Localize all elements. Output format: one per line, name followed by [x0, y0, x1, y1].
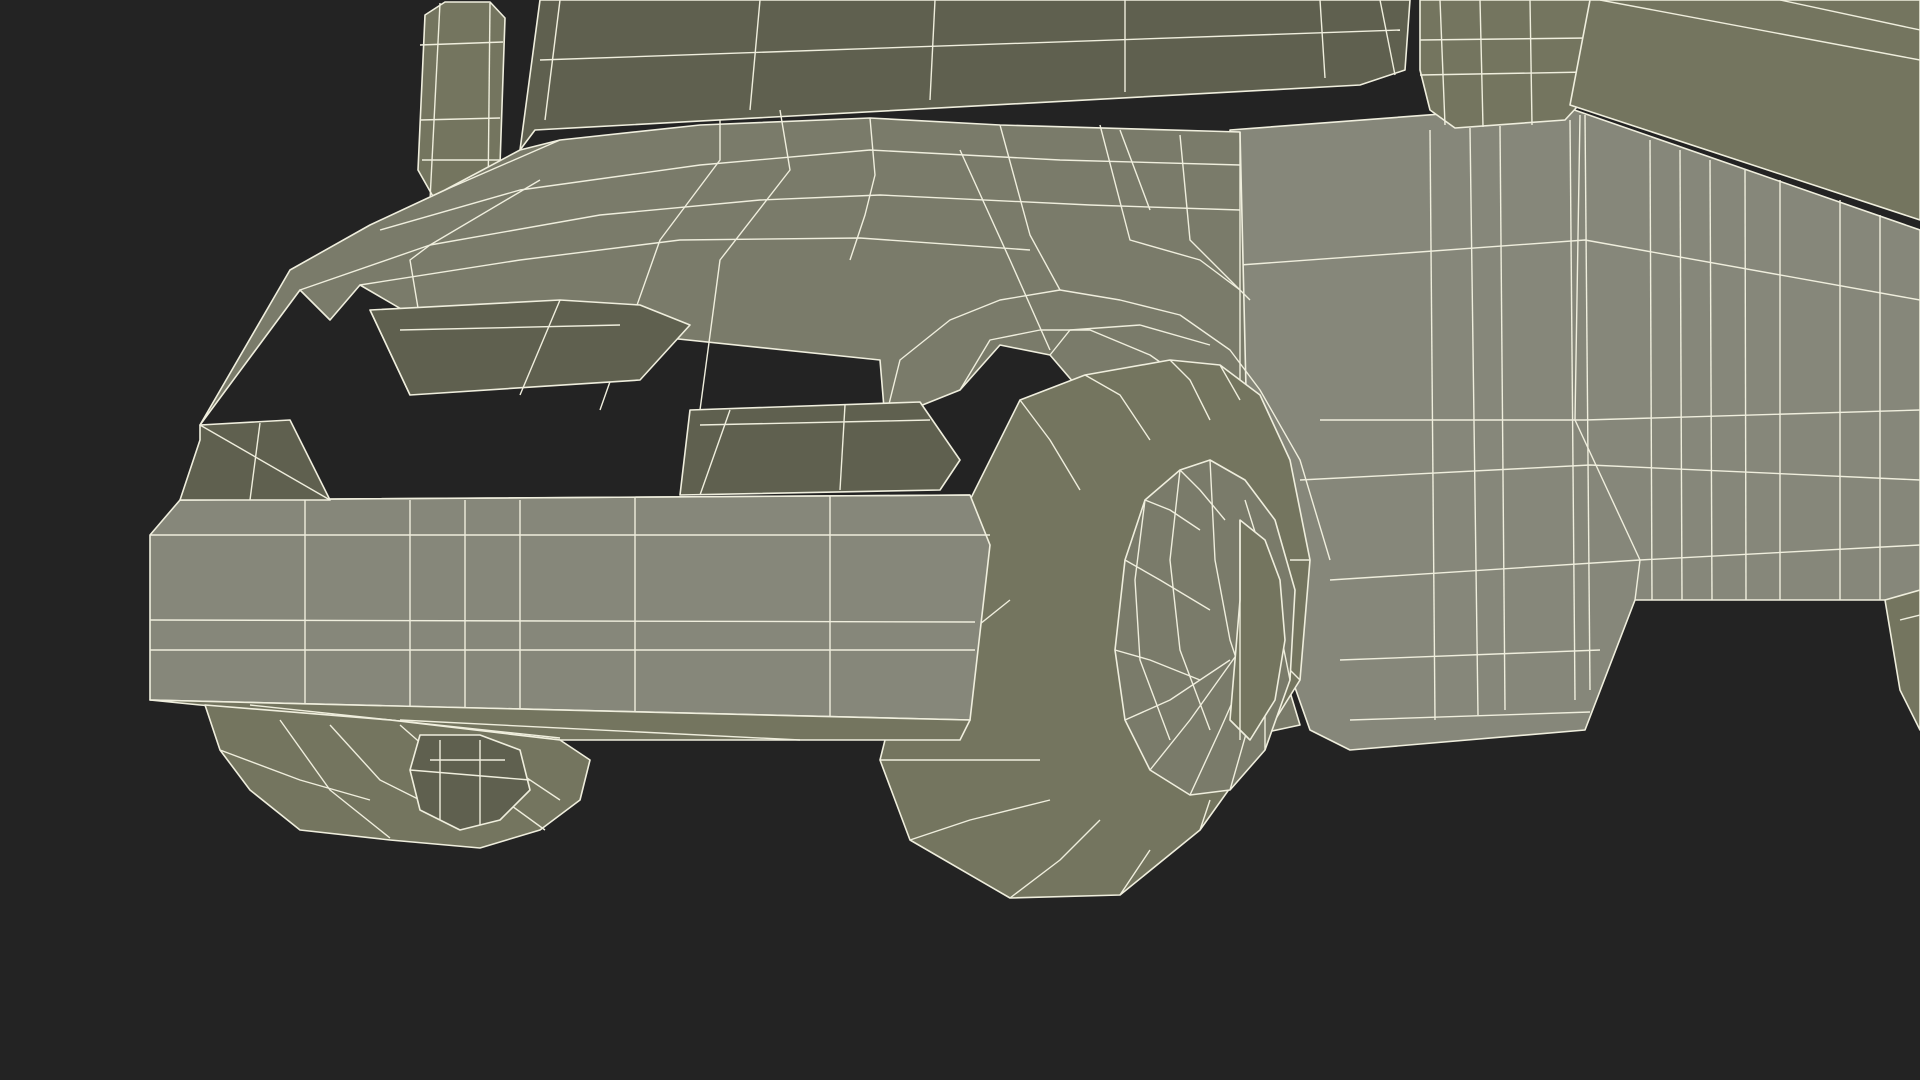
- grille: [179, 419, 331, 501]
- render-viewport: [0, 0, 1920, 1080]
- front-bumper: [149, 494, 991, 741]
- body-side: [1229, 0, 1920, 751]
- wireframe-render: [149, 0, 1920, 899]
